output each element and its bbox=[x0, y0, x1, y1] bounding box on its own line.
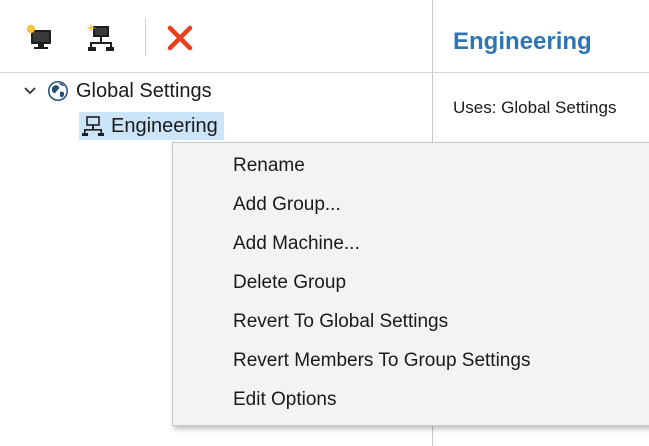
menu-item-rename[interactable]: Rename bbox=[233, 155, 305, 177]
new-group-icon bbox=[86, 23, 114, 51]
add-machine-button[interactable] bbox=[24, 22, 56, 54]
selection-highlight: Engineering bbox=[79, 112, 224, 140]
new-machine-icon bbox=[26, 24, 51, 49]
menu-item-add-machine[interactable]: Add Machine... bbox=[233, 233, 360, 255]
menu-item-add-group[interactable]: Add Group... bbox=[233, 194, 341, 216]
add-group-button[interactable] bbox=[84, 22, 116, 54]
tree-item-label: Global Settings bbox=[76, 79, 212, 102]
toolbar-divider bbox=[0, 72, 649, 73]
menu-item-revert-global[interactable]: Revert To Global Settings bbox=[233, 311, 448, 333]
toolbar-separator bbox=[145, 18, 146, 56]
menu-item-edit-options[interactable]: Edit Options bbox=[233, 389, 337, 411]
delete-x-icon bbox=[167, 25, 193, 51]
tree-item-engineering[interactable]: Engineering bbox=[79, 112, 224, 140]
detail-title: Engineering bbox=[453, 28, 592, 55]
menu-item-revert-members[interactable]: Revert Members To Group Settings bbox=[233, 350, 530, 372]
network-group-icon bbox=[82, 116, 104, 136]
chevron-down-icon[interactable] bbox=[22, 83, 38, 99]
delete-button[interactable] bbox=[164, 22, 196, 54]
tree-item-label: Engineering bbox=[111, 114, 218, 137]
globe-icon bbox=[48, 81, 68, 101]
tree-item-global-settings[interactable]: Global Settings bbox=[22, 77, 212, 105]
menu-item-delete-group[interactable]: Delete Group bbox=[233, 272, 346, 294]
context-menu: Rename Add Group... Add Machine... Delet… bbox=[172, 142, 649, 426]
toolbar bbox=[0, 0, 432, 72]
detail-uses-text: Uses: Global Settings bbox=[453, 98, 617, 117]
